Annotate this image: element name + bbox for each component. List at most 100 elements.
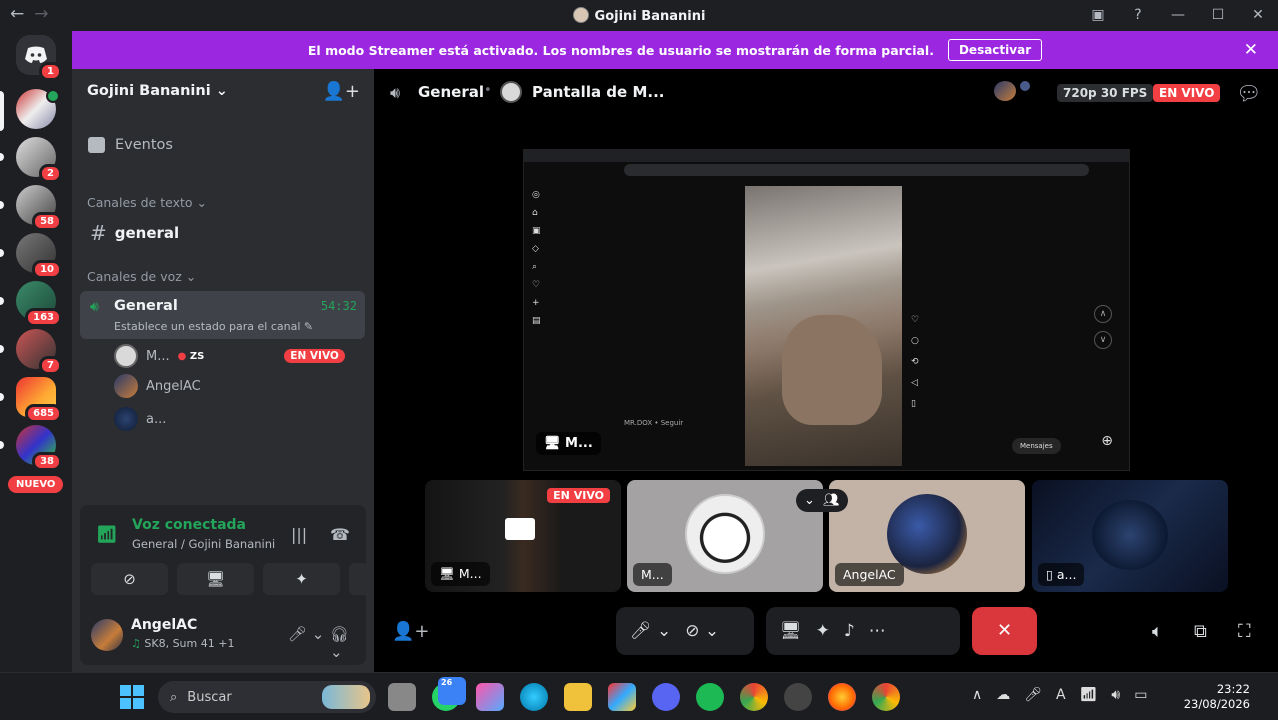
- screen-share-button[interactable]: 🖥︎: [177, 563, 254, 595]
- window-title-text: Gojini Bananini: [594, 9, 706, 24]
- leave-call-button[interactable]: ✕: [972, 607, 1037, 655]
- windows-start-button[interactable]: [120, 685, 144, 709]
- notification-badge: 163: [25, 308, 62, 327]
- voice-channel-general[interactable]: 🔊︎ General 54:32 Establece un estado par…: [80, 291, 365, 339]
- text-channels-category[interactable]: Canales de texto ⌄: [87, 195, 207, 210]
- avatar: [114, 344, 138, 368]
- whatsapp-icon[interactable]: 26: [432, 677, 466, 711]
- chrome-icon[interactable]: [872, 683, 900, 711]
- cloud-icon[interactable]: ☁: [996, 687, 1010, 703]
- taskbar-search[interactable]: ⌕ Buscar: [158, 681, 376, 713]
- edge-icon[interactable]: [520, 683, 548, 711]
- chevron-down-icon: ∨: [1094, 331, 1112, 349]
- camera-off-button[interactable]: ⊘ ⌄: [685, 621, 719, 641]
- server-icon[interactable]: 685: [16, 377, 62, 423]
- signal-icon[interactable]: 📶︎: [96, 525, 118, 545]
- noise-suppression-icon[interactable]: |||: [291, 525, 307, 544]
- text-channel-general[interactable]: # general: [90, 221, 179, 245]
- avatar: [500, 81, 522, 103]
- server-avatar-icon: [572, 7, 589, 23]
- disconnect-icon[interactable]: ☎: [330, 525, 350, 544]
- server-icon[interactable]: 10: [16, 233, 62, 279]
- minimize-button[interactable]: —: [1158, 0, 1198, 31]
- banner-close-icon[interactable]: ✕: [1244, 40, 1258, 60]
- zoom-icon[interactable]: ⊕: [1101, 433, 1113, 449]
- voice-user[interactable]: M... ● ZS EN VIVO: [114, 344, 345, 368]
- add-member-icon[interactable]: 👤+: [323, 81, 361, 102]
- server-icon[interactable]: 2: [16, 137, 62, 183]
- volume-icon[interactable]: 🔈︎: [1152, 621, 1163, 642]
- obs-icon[interactable]: [784, 683, 812, 711]
- battery-icon[interactable]: ▭: [1134, 687, 1147, 703]
- activities-button[interactable]: ✦: [816, 621, 830, 641]
- inbox-icon[interactable]: ▣: [1078, 0, 1118, 31]
- task-view-icon[interactable]: [388, 683, 416, 711]
- close-button[interactable]: ✕: [1238, 0, 1278, 31]
- server-icon[interactable]: 58: [16, 185, 62, 231]
- volume-icon[interactable]: 🔊︎: [1111, 687, 1120, 703]
- share-title: Pantalla de M...: [532, 83, 665, 101]
- discord-home-button[interactable]: 1: [16, 35, 62, 81]
- microphone-button[interactable]: 🎤︎ ⌄: [630, 621, 671, 641]
- voice-user[interactable]: AngelAC: [114, 374, 201, 398]
- participant-name: 🖥︎ M...: [431, 562, 490, 586]
- popout-icon[interactable]: ⧉: [1194, 621, 1207, 642]
- camera-off-button[interactable]: ⊘: [91, 563, 168, 595]
- music-note-icon: ♫: [131, 637, 141, 650]
- new-badge[interactable]: NUEVO: [8, 476, 64, 493]
- back-arrow-icon[interactable]: ←: [10, 4, 24, 24]
- microphone-icon[interactable]: 🎤︎ ⌄: [288, 625, 324, 643]
- participant-tile[interactable]: AngelAC: [829, 480, 1025, 592]
- wifi-icon[interactable]: 📶︎: [1080, 687, 1098, 703]
- events-link[interactable]: Eventos: [88, 137, 173, 153]
- help-icon[interactable]: ?: [1118, 0, 1158, 31]
- copilot-icon[interactable]: [476, 683, 504, 711]
- participant-name: M...: [633, 563, 672, 586]
- headphones-icon[interactable]: 🎧︎ ⌄: [330, 625, 366, 661]
- chat-bubble-icon[interactable]: 💬︎: [1236, 81, 1261, 105]
- discord-icon[interactable]: [652, 683, 680, 711]
- more-options-button[interactable]: ⋯: [869, 621, 886, 641]
- participants-toggle[interactable]: ⌄ 👥︎: [796, 489, 848, 512]
- chrome-icon[interactable]: [740, 683, 768, 711]
- participant-tile[interactable]: ▯ a...: [1032, 480, 1228, 592]
- file-explorer-icon[interactable]: [564, 683, 592, 711]
- instagram-icon: ◎: [532, 190, 540, 200]
- participant-tile[interactable]: EN VIVO 🖥︎ M...: [425, 480, 621, 592]
- cat-image: [782, 315, 882, 425]
- spotify-icon[interactable]: [696, 683, 724, 711]
- avatar: [114, 407, 138, 431]
- server-icon[interactable]: 38: [16, 425, 62, 471]
- voice-location[interactable]: General / Gojini Bananini: [132, 537, 275, 551]
- notification-badge: 58: [32, 212, 62, 231]
- server-icon[interactable]: [16, 89, 60, 129]
- microphone-icon[interactable]: 🎤︎: [1024, 687, 1042, 703]
- voice-user[interactable]: a...: [114, 407, 166, 431]
- invite-user-icon[interactable]: 👤+: [392, 621, 430, 642]
- activities-button[interactable]: ✦: [263, 563, 340, 595]
- soundboard-button[interactable]: ♪: [844, 621, 855, 641]
- chevron-up-icon[interactable]: ∧: [972, 687, 982, 703]
- browser-tab-bar: [524, 150, 1129, 162]
- participant-tile[interactable]: M...: [627, 480, 823, 592]
- fullscreen-icon[interactable]: ⛶: [1238, 621, 1251, 642]
- forward-arrow-icon[interactable]: →: [34, 4, 48, 24]
- microsoft-store-icon[interactable]: [608, 683, 636, 711]
- server-icon[interactable]: 163: [16, 281, 62, 327]
- disable-streamer-button[interactable]: Desactivar: [947, 39, 1043, 61]
- server-icon[interactable]: 7: [16, 329, 62, 375]
- firefox-icon[interactable]: [828, 683, 856, 711]
- server-name-dropdown[interactable]: Gojini Bananini ⌄: [87, 83, 228, 99]
- maximize-button[interactable]: ☐: [1198, 0, 1238, 31]
- channel-status[interactable]: Establece un estado para el canal ✎: [114, 320, 313, 333]
- avatar[interactable]: [91, 619, 123, 651]
- notification-badge: 2: [39, 164, 62, 183]
- shared-screen[interactable]: ◎ ⌂ ▣ ◇ ⌕ ♡ + ▤ ♡ ○ ⟲ ◁ ▯ ∧ ∨ MR.DOX • S…: [523, 149, 1130, 471]
- unread-indicator: [0, 249, 4, 257]
- chevron-down-icon: ⌄: [804, 493, 815, 508]
- system-tray: ∧ ☁ 🎤︎ A 📶︎ 🔊︎ ▭: [972, 687, 1147, 703]
- voice-channels-category[interactable]: Canales de voz ⌄: [87, 269, 196, 284]
- screen-share-button[interactable]: 🖥︎: [780, 621, 802, 641]
- taskbar-clock[interactable]: 23:22 23/08/2026: [1184, 682, 1250, 712]
- language-icon[interactable]: A: [1056, 687, 1066, 703]
